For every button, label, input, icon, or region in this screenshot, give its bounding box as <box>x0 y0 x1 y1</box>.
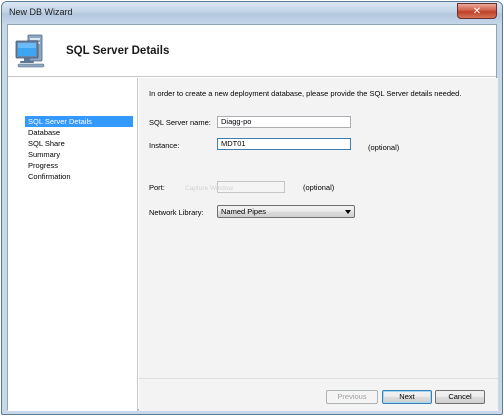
network-library-select[interactable]: Named Pipes <box>217 205 355 218</box>
title-bar[interactable]: New DB Wizard ✕ <box>2 2 502 24</box>
network-library-label: Network Library: <box>149 208 204 217</box>
server-name-input[interactable]: Diagg-po <box>217 116 351 128</box>
instance-label: Instance: <box>149 141 180 150</box>
network-library-value: Named Pipes <box>221 207 267 216</box>
form-panel: In order to create a new deployment data… <box>139 78 498 378</box>
wizard-step-list: SQL Server Details Database SQL Share Su… <box>8 78 138 411</box>
instance-optional-hint: (optional) <box>368 143 400 152</box>
port-input[interactable]: Capture Window <box>185 181 285 193</box>
wizard-window: New DB Wizard ✕ SQL Server Details SQL S… <box>1 1 503 415</box>
button-bar: Previous Next Cancel <box>139 378 498 411</box>
previous-button[interactable]: Previous <box>326 390 378 404</box>
close-button[interactable]: ✕ <box>457 3 497 19</box>
port-label: Port: <box>149 183 165 192</box>
sidebar-item-summary[interactable]: Summary <box>25 149 63 160</box>
next-button[interactable]: Next <box>382 390 432 404</box>
server-name-label: SQL Server name: <box>149 118 211 127</box>
sidebar-item-confirmation[interactable]: Confirmation <box>25 171 74 182</box>
close-icon: ✕ <box>472 5 482 17</box>
chevron-down-icon <box>345 210 351 214</box>
sidebar-item-database[interactable]: Database <box>25 127 63 138</box>
wizard-header: SQL Server Details <box>8 25 496 77</box>
page-title: SQL Server Details <box>66 45 170 57</box>
sidebar-item-sql-server-details[interactable]: SQL Server Details <box>25 116 133 127</box>
sidebar-item-sql-share[interactable]: SQL Share <box>25 138 68 149</box>
computer-icon <box>15 34 45 68</box>
sidebar-item-progress[interactable]: Progress <box>25 160 61 171</box>
window-title: New DB Wizard <box>9 7 73 17</box>
instance-input[interactable]: MDT01 <box>217 138 351 150</box>
port-optional-hint: (optional) <box>303 183 335 192</box>
intro-text: In order to create a new deployment data… <box>149 89 462 98</box>
capture-window-ghost-text: Capture Window <box>185 185 234 192</box>
cancel-button[interactable]: Cancel <box>435 390 485 404</box>
wizard-client-area: SQL Server Details SQL Server Details Da… <box>7 24 498 411</box>
